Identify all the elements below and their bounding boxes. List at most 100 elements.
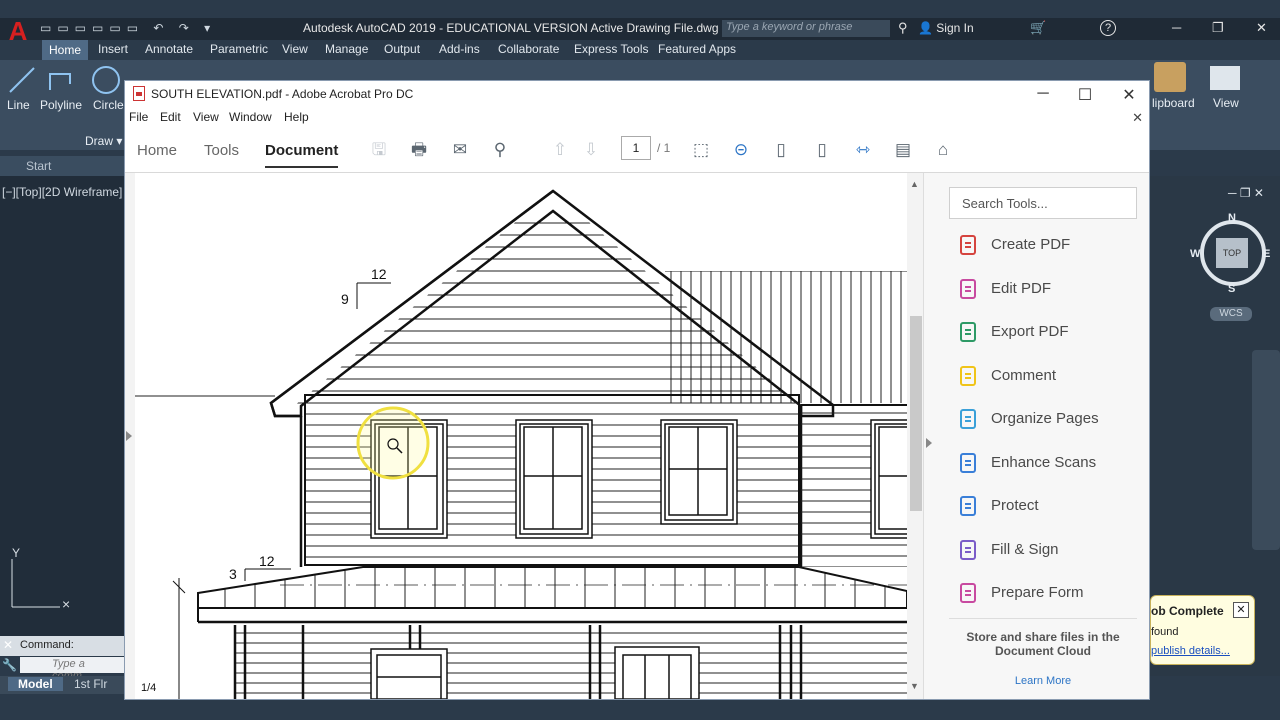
- publish-notification[interactable]: ob Complete ✕ found publish details...: [1150, 595, 1255, 665]
- tab-featured-apps[interactable]: Featured Apps: [658, 42, 736, 56]
- tool-label: Protect: [991, 497, 1039, 514]
- autocad-search-input[interactable]: Type a keyword or phrase: [722, 20, 890, 37]
- tab-model[interactable]: Model: [8, 677, 63, 691]
- email-icon[interactable]: ✉: [449, 139, 471, 161]
- page-number-input[interactable]: 1: [621, 136, 651, 160]
- stamp-icon[interactable]: ⌂: [932, 139, 954, 161]
- line-tool[interactable]: Line: [7, 98, 30, 112]
- nav-document[interactable]: Document: [265, 142, 339, 168]
- acrobat-close-icon[interactable]: ✕: [1117, 85, 1141, 105]
- viewport-controls[interactable]: ─ ❐ ✕: [1228, 186, 1264, 200]
- tab-express-tools[interactable]: Express Tools: [574, 42, 648, 56]
- menu-file[interactable]: File: [129, 110, 148, 124]
- command-input[interactable]: Type a comm: [20, 657, 124, 682]
- clipboard-panel[interactable]: lipboard: [1152, 96, 1195, 110]
- acrobat-maximize-icon[interactable]: ☐: [1073, 85, 1097, 105]
- tab-collaborate[interactable]: Collaborate: [498, 42, 559, 56]
- scroll-down-icon[interactable]: ▼: [910, 681, 919, 691]
- tab-manage[interactable]: Manage: [325, 42, 368, 56]
- tool-label: Create PDF: [991, 236, 1071, 253]
- binoculars-icon[interactable]: ⚲: [898, 20, 908, 36]
- polyline-tool[interactable]: Polyline: [40, 98, 82, 112]
- tab-view[interactable]: View: [282, 42, 308, 56]
- window-2: [515, 419, 593, 539]
- nav-home[interactable]: Home: [137, 142, 177, 159]
- wcs-menu[interactable]: WCS: [1210, 307, 1252, 321]
- learn-more-link[interactable]: Learn More: [953, 675, 1133, 687]
- compass-west[interactable]: W: [1190, 248, 1200, 260]
- status-bar[interactable]: [1150, 676, 1280, 698]
- compass-north[interactable]: N: [1228, 212, 1236, 224]
- expand-left-icon[interactable]: [126, 431, 132, 441]
- tab-output[interactable]: Output: [384, 42, 420, 56]
- next-page-icon[interactable]: ⇩: [580, 139, 602, 161]
- restore-icon[interactable]: ❐: [1212, 20, 1224, 36]
- command-line[interactable]: Command:: [0, 636, 124, 656]
- cart-icon[interactable]: 🛒: [1030, 20, 1046, 36]
- marquee-zoom-icon[interactable]: ⬚: [690, 139, 712, 161]
- actual-size-icon[interactable]: ▯: [770, 139, 792, 161]
- prev-page-icon[interactable]: ⇧: [549, 139, 571, 161]
- left-panel-toggle[interactable]: [125, 173, 135, 699]
- tab-home[interactable]: Home: [42, 40, 89, 60]
- nav-tools[interactable]: Tools: [204, 142, 239, 159]
- fit-width-icon[interactable]: ⇿: [852, 139, 874, 161]
- menu-help[interactable]: Help: [284, 110, 309, 124]
- acrobat-minimize-icon[interactable]: ─: [1031, 85, 1055, 103]
- sign-in-button[interactable]: 👤 Sign In: [918, 21, 974, 35]
- circle-tool[interactable]: Circle: [93, 98, 124, 112]
- search-tools-input[interactable]: Search Tools...: [949, 187, 1137, 219]
- compass-east[interactable]: E: [1263, 248, 1270, 260]
- tab-insert[interactable]: Insert: [98, 42, 128, 56]
- draw-tools-icons[interactable]: [4, 62, 124, 98]
- document-cloud-text: Store and share files in the Document Cl…: [966, 630, 1120, 658]
- viewport-label[interactable]: [−][Top][2D Wireframe]: [2, 185, 122, 199]
- create-pdf-icon: [957, 234, 979, 256]
- window-3: [660, 419, 738, 525]
- quick-access-toolbar[interactable]: ▭▭▭▭▭▭ ↶ ↷ ▾: [40, 21, 216, 35]
- document-view[interactable]: 12 9 12 3 1/4: [125, 173, 933, 699]
- scroll-up-icon[interactable]: ▲: [910, 179, 919, 189]
- tab-1st-flr[interactable]: 1st Flr: [74, 677, 107, 691]
- view-panel[interactable]: View: [1213, 96, 1239, 110]
- menu-window[interactable]: Window: [229, 110, 272, 124]
- cmd-close-icon[interactable]: ✕: [3, 638, 13, 652]
- tool-label: Edit PDF: [991, 280, 1052, 297]
- draw-panel-label[interactable]: Draw ▾: [85, 134, 122, 148]
- wrench-icon[interactable]: 🔧: [2, 658, 17, 672]
- layout-tabs: Model 1st Flr: [0, 676, 124, 694]
- tool-label: Organize Pages: [991, 410, 1099, 427]
- fit-page-icon[interactable]: ▯: [811, 139, 833, 161]
- zoom-out-icon[interactable]: ⊝: [730, 139, 752, 161]
- publish-details-link[interactable]: publish details...: [1151, 645, 1230, 657]
- export-pdf-icon: [957, 321, 979, 343]
- tab-add-ins[interactable]: Add-ins: [439, 42, 480, 56]
- minimize-icon[interactable]: ─: [1172, 20, 1181, 35]
- close-document-icon[interactable]: ✕: [1132, 110, 1143, 126]
- compass-south[interactable]: S: [1228, 283, 1235, 295]
- notice-close-icon[interactable]: ✕: [1233, 602, 1249, 618]
- pitch-upper-rise: 9: [341, 291, 349, 307]
- reading-mode-icon[interactable]: ▤: [892, 139, 914, 161]
- tool-label: Fill & Sign: [991, 541, 1059, 558]
- print-icon[interactable]: 🖶: [408, 139, 430, 161]
- close-icon[interactable]: ✕: [1256, 20, 1267, 36]
- viewcube-top[interactable]: TOP: [1216, 238, 1248, 268]
- tool-label: Prepare Form: [991, 584, 1084, 601]
- clipboard-icon: [1154, 62, 1186, 92]
- collapse-pane-icon[interactable]: [926, 438, 932, 448]
- search-icon[interactable]: ⚲: [489, 139, 511, 161]
- start-tab[interactable]: Start: [0, 156, 124, 176]
- tools-pane-toggle[interactable]: [923, 173, 933, 699]
- scrollbar-thumb[interactable]: [910, 316, 922, 511]
- ucs-icon: Y ×: [11, 546, 70, 612]
- tab-parametric[interactable]: Parametric: [210, 42, 268, 56]
- prepare-form-icon: [957, 582, 979, 604]
- navigation-bar[interactable]: [1252, 350, 1280, 550]
- acrobat-toolbar: Home Tools Document 🖫 🖶 ✉ ⚲ ⇧ ⇩ 1 / 1 ⬚ …: [125, 129, 1149, 173]
- save-icon[interactable]: 🖫: [368, 139, 390, 161]
- help-icon[interactable]: ?: [1100, 20, 1116, 36]
- tab-annotate[interactable]: Annotate: [145, 42, 193, 56]
- menu-edit[interactable]: Edit: [160, 110, 181, 124]
- menu-view[interactable]: View: [193, 110, 219, 124]
